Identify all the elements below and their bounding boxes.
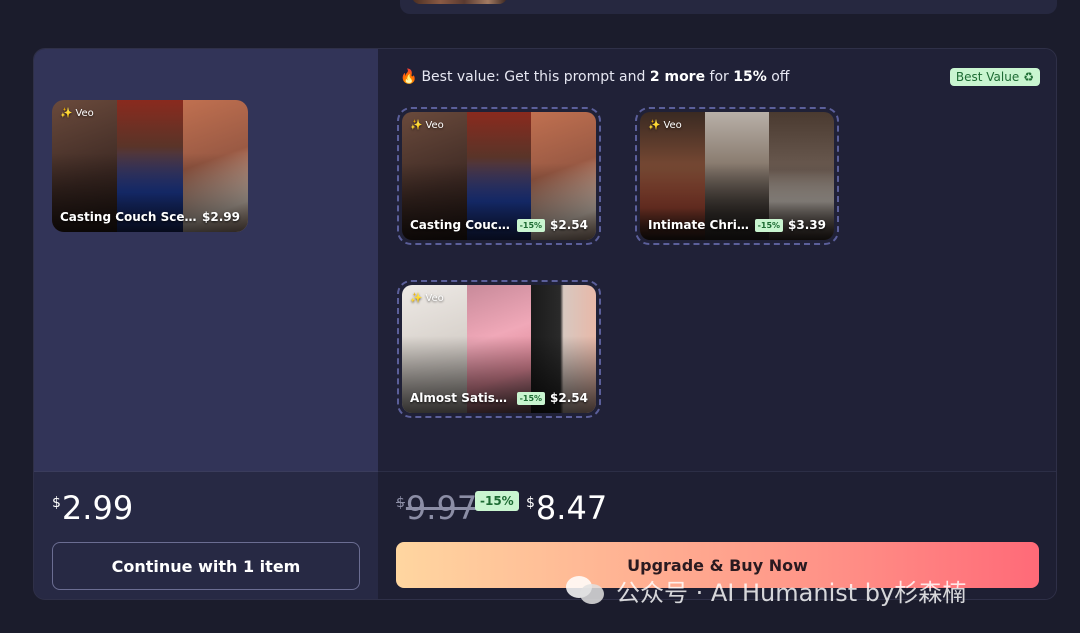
prompt-price: $2.99 [202,210,240,224]
model-tag: ✨ Veo [60,108,94,119]
offer-text-after: off [766,69,790,85]
single-item-total: $ 2.99 [52,489,133,527]
bundle-item-card[interactable]: ✨ Veo Intimate Christma... -15% $3.39 [635,107,839,245]
model-label: Veo [425,120,444,131]
sparkle-icon: ✨ [410,293,423,304]
model-tag: ✨ Veo [410,293,444,304]
wechat-icon [566,576,606,604]
best-value-badge-label: Best Value [955,70,1020,84]
wechat-watermark: 公众号 · AI Humanist by杉森楠 [566,574,967,607]
original-total: $ 9.97 [396,489,477,527]
prompt-price: $2.54 [550,391,588,405]
model-tag: ✨ Veo [648,120,682,131]
bundle-discount-badge: -15% [475,491,519,511]
discount-badge: -15% [516,391,546,405]
watermark-text: 公众号 · AI Humanist by杉森楠 [616,578,967,607]
model-label: Veo [75,108,94,119]
bundle-column: 🔥 Best value: Get this prompt and 2 more … [378,49,1056,599]
prompt-price: $3.39 [788,218,826,232]
sparkle-icon: ✨ [60,108,73,119]
bundle-amount: 8.47 [535,489,608,527]
currency-symbol: $ [396,495,405,511]
sparkle-icon: ✨ [648,120,661,131]
currency-symbol: $ [52,495,61,511]
bundle-item-card[interactable]: ✨ Veo Casting Couch Sce... -15% $2.54 [397,107,601,245]
total-amount: 2.99 [61,489,134,527]
currency-symbol: $ [526,495,535,511]
previous-card-strip [400,0,1057,14]
bundle-item-card[interactable]: ✨ Veo Almost Satisfying ... -15% $2.54 [397,280,601,418]
sparkle-icon: ✨ [410,120,423,131]
offer-text-mid: for [705,69,734,85]
original-amount: 9.97 [405,489,478,527]
best-value-offer-text: 🔥 Best value: Get this prompt and 2 more … [400,69,789,85]
prompt-title: Casting Couch Sce... [410,218,512,232]
offer-percent: 15% [733,69,767,85]
offer-text-before: Best value: Get this prompt and [421,69,650,85]
discount-badge: -15% [754,218,784,232]
model-tag: ✨ Veo [410,120,444,131]
bundle-total: $ 8.47 [526,489,607,527]
model-label: Veo [663,120,682,131]
discount-badge: -15% [516,218,546,232]
prompt-title: Intimate Christma... [648,218,750,232]
previous-thumbnail-strip [412,0,507,4]
prompt-title: Casting Couch Scene Ge... [60,210,197,224]
single-item-column: ✨ Veo Casting Couch Scene Ge... $2.99 $ … [34,49,378,599]
checkout-panel: ✨ Veo Casting Couch Scene Ge... $2.99 $ … [33,48,1057,600]
offer-count: 2 more [649,69,706,85]
recycle-icon: ♻ [1023,70,1034,84]
selected-prompt-card[interactable]: ✨ Veo Casting Couch Scene Ge... $2.99 [52,100,248,232]
best-value-badge: Best Value ♻ [949,68,1040,86]
continue-with-one-item-button[interactable]: Continue with 1 item [52,542,360,590]
prompt-title: Almost Satisfying ... [410,391,512,405]
model-label: Veo [425,293,444,304]
prompt-price: $2.54 [550,218,588,232]
fire-icon: 🔥 [400,69,418,85]
